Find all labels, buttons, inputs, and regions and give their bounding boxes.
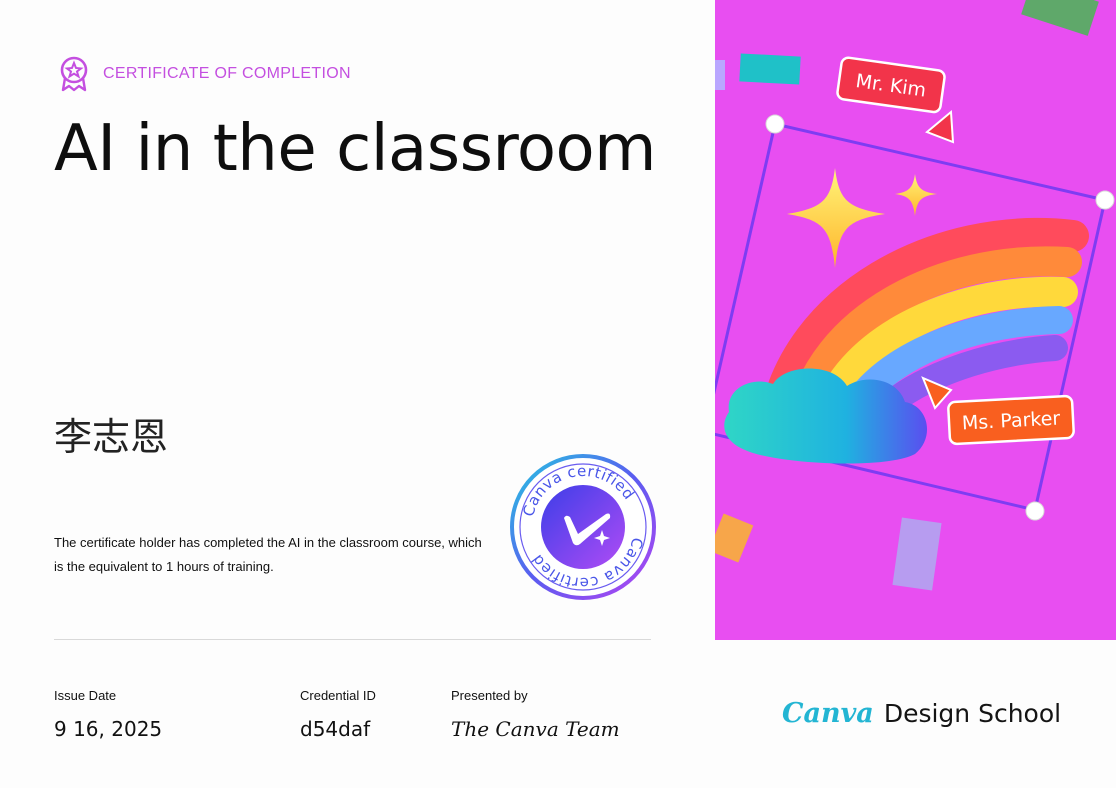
credential-block: Credential ID d54daf bbox=[300, 688, 376, 741]
certificate-kicker: CERTIFICATE OF COMPLETION bbox=[103, 65, 351, 82]
issue-date-label: Issue Date bbox=[54, 688, 117, 703]
presented-by-label: Presented by bbox=[451, 688, 528, 703]
certificate: CERTIFICATE OF COMPLETION AI in the clas… bbox=[0, 0, 1116, 788]
canva-design-school-brand: Canva Design School bbox=[782, 698, 1061, 729]
course-title: AI in the classroom bbox=[54, 112, 657, 186]
presenter-signature: The Canva Team bbox=[451, 717, 620, 741]
rainbow-illustration: Mr. Kim Ms. Parker bbox=[715, 0, 1115, 591]
credential-id-value: d54daf bbox=[300, 717, 371, 741]
footer-divider bbox=[54, 639, 651, 640]
certificate-artwork: Mr. Kim Ms. Parker bbox=[715, 0, 1116, 640]
issue-date-value: 9 16, 2025 bbox=[54, 717, 163, 741]
design-school-label: Design School bbox=[883, 699, 1062, 728]
canva-logo: Canva bbox=[782, 698, 874, 729]
credential-id-label: Credential ID bbox=[300, 688, 376, 703]
check-sparkle-icon bbox=[541, 485, 625, 569]
recipient-name: 李志恩 bbox=[54, 415, 169, 459]
certificate-header: CERTIFICATE OF COMPLETION bbox=[58, 56, 351, 92]
canva-certified-seal: Canva certified Canva certified bbox=[510, 454, 656, 600]
issue-date-block: Issue Date 9 16, 2025 bbox=[54, 688, 162, 741]
completion-description: The certificate holder has completed the… bbox=[54, 535, 482, 574]
presenter-block: Presented by The Canva Team bbox=[451, 688, 620, 741]
award-ribbon-icon bbox=[60, 56, 88, 92]
